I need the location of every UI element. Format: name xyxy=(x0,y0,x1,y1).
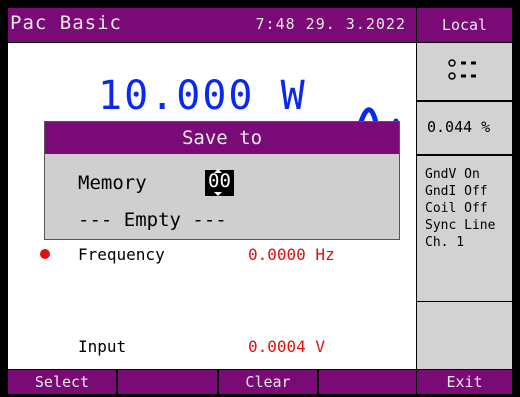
selection-dot xyxy=(40,249,50,259)
spin-up-icon xyxy=(214,169,222,173)
softkey-clear[interactable]: Clear xyxy=(219,370,317,394)
param-value: 0.0000 Hz xyxy=(248,245,335,264)
power-reading: 10.000 W xyxy=(98,73,307,119)
param-label: Input xyxy=(78,337,127,356)
param-row-input[interactable]: Input 0.0004 V xyxy=(8,333,416,363)
param-label: Frequency xyxy=(78,245,165,264)
softkey-exit[interactable]: Exit xyxy=(417,370,512,394)
param-row-frequency[interactable]: Frequency 0.0000 Hz xyxy=(8,241,416,271)
terminal-indicator-panel xyxy=(417,43,512,100)
local-button[interactable]: Local xyxy=(417,8,512,42)
memory-status: --- Empty --- xyxy=(78,209,227,231)
instrument-screen: Pac Basic 7:48 29. 3.2022 Local 10.000 W… xyxy=(0,0,520,397)
softkey-bar: Select Clear Exit xyxy=(8,370,512,394)
softkey-4[interactable] xyxy=(319,370,416,394)
status-coil: Coil Off xyxy=(425,201,488,216)
param-value: 0.0004 V xyxy=(248,337,326,356)
status-channel: Ch. 1 xyxy=(425,235,465,250)
dialog-title: Save to xyxy=(45,122,399,154)
status-sync: Sync Line xyxy=(425,218,496,233)
percent-value: 0.044 % xyxy=(427,118,491,136)
date-time: 7:48 29. 3.2022 xyxy=(255,15,406,33)
softkey-select[interactable]: Select xyxy=(8,370,116,394)
app-title: Pac Basic xyxy=(10,12,122,34)
terminal-dots-icon xyxy=(448,59,476,80)
spin-down-icon xyxy=(214,192,222,196)
save-dialog: Save to Memory 00 --- Empty --- xyxy=(44,121,400,240)
memory-label: Memory xyxy=(78,172,147,194)
status-gndv: GndV On xyxy=(425,167,480,182)
percent-panel: 0.044 % xyxy=(417,102,512,154)
status-panel: GndV On GndI Off Coil Off Sync Line Ch. … xyxy=(417,156,512,301)
softkey-2[interactable] xyxy=(118,370,217,394)
empty-panel xyxy=(417,302,512,369)
status-gndi: GndI Off xyxy=(425,184,488,199)
title-bar: Pac Basic 7:48 29. 3.2022 xyxy=(8,8,416,42)
